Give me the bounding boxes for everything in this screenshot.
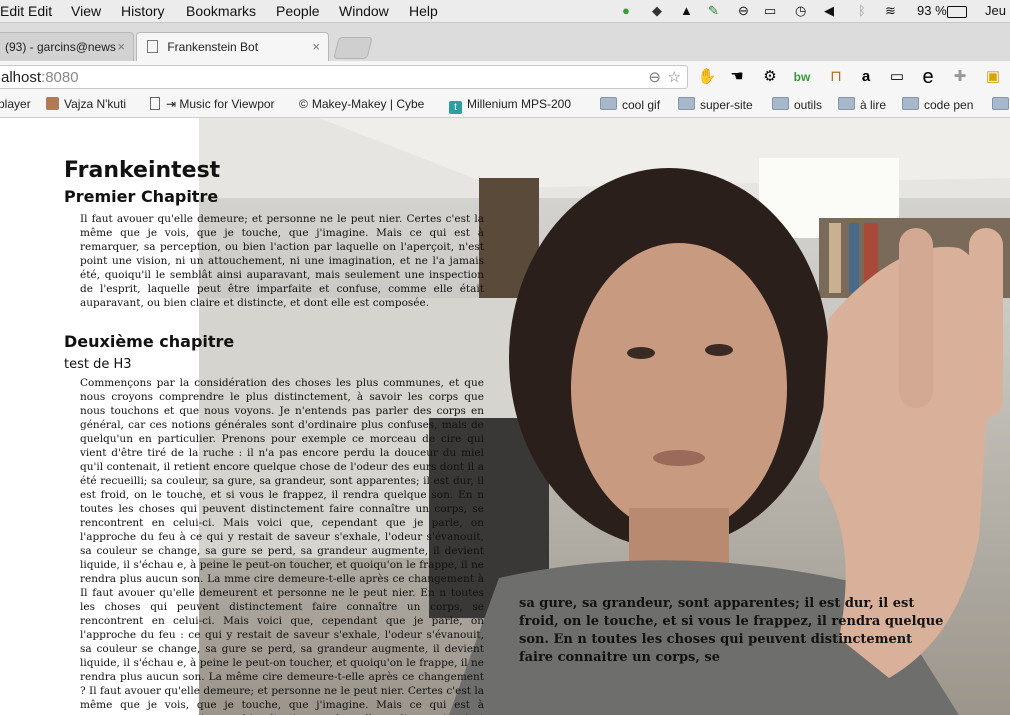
bookmark-folder-overflow[interactable] (992, 97, 1010, 112)
e-extension-icon[interactable]: e (918, 67, 938, 87)
time-machine-icon[interactable]: ◷ (795, 3, 806, 19)
puzzle-icon[interactable]: ✚ (950, 67, 970, 87)
folder-icon (678, 97, 695, 110)
volume-icon[interactable]: ◀ (824, 3, 834, 19)
menu-edit[interactable]: Edit (28, 3, 52, 19)
shield-check-icon[interactable]: ● (622, 3, 630, 18)
ruler-icon[interactable]: ⊓ (826, 67, 846, 87)
folder-icon (600, 97, 617, 110)
dropbox-icon[interactable]: ◆ (652, 3, 662, 19)
bookmark-millenium[interactable]: t Millenium MPS-200 (449, 97, 571, 114)
battery-icon[interactable] (947, 6, 967, 18)
page-icon (150, 97, 160, 110)
url-host: alhost (1, 69, 42, 86)
amazon-icon[interactable]: a (856, 67, 876, 87)
blocked-icon[interactable]: ⊖ (738, 3, 749, 19)
bookmarks-bar: player Vajza N'kuti ⇥ Music for Viewpor … (0, 93, 1010, 118)
page-title: Frankeintest (64, 158, 221, 183)
page-content: Frankeintest Premier Chapitre Il faut av… (0, 118, 1010, 715)
hand-icon[interactable]: ☚ (727, 67, 747, 87)
bookmark-makey-makey[interactable]: © Makey-Makey | Cybe (299, 97, 424, 111)
menu-bar: Edit Edit View History Bookmarks People … (0, 0, 1010, 23)
wifi-icon[interactable]: ≋ (885, 3, 896, 19)
close-icon[interactable]: × (312, 39, 320, 54)
tab-label: (93) - garcins@news (5, 40, 116, 54)
evernote-icon[interactable]: ✎ (708, 3, 719, 19)
arrow-icon: ⇥ (166, 97, 180, 111)
bw-extension-icon[interactable]: bw (790, 67, 814, 87)
overlay-text: sa gure, sa grandeur, sont apparentes; i… (519, 596, 944, 665)
subheading: test de H3 (64, 357, 132, 372)
bookmark-folder-code-pen[interactable]: code pen (902, 97, 973, 112)
url-port: :8080 (41, 69, 79, 86)
menu-people[interactable]: People (276, 3, 320, 19)
page-icon (147, 40, 158, 53)
clock[interactable]: Jeu (985, 3, 1006, 18)
bookmark-player[interactable]: player (0, 97, 31, 111)
tab-strip: (93) - garcins@news × Frankenstein Bot × (0, 23, 1010, 61)
menu-window[interactable]: Window (339, 3, 389, 19)
menu-history[interactable]: History (121, 3, 165, 19)
chapter-heading: Deuxième chapitre (64, 332, 235, 351)
star-icon[interactable]: ☆ (668, 66, 681, 90)
avatar (46, 97, 59, 110)
bookmark-folder-super-site[interactable]: super-site (678, 97, 753, 112)
menu-view[interactable]: View (71, 3, 101, 19)
new-tab-button[interactable] (333, 37, 373, 59)
bookmark-folder-a-lire[interactable]: à lire (838, 97, 886, 112)
address-bar[interactable]: alhost:8080 ⊖ ☆ (0, 65, 688, 89)
t-favicon-icon: t (449, 101, 462, 114)
gauge-icon[interactable]: ▣ (983, 67, 1003, 87)
bluetooth-icon[interactable]: ᛒ (858, 3, 866, 18)
folder-icon (992, 97, 1009, 110)
battery-percent: 93 % (917, 3, 947, 18)
copyright-icon: © (299, 97, 308, 111)
bookmark-folder-cool-gif[interactable]: cool gif (600, 97, 660, 112)
toolbar: alhost:8080 ⊖ ☆ ✋ ☚ ⚙ bw ⊓ a ▭ e ✚ ▣ (0, 61, 1010, 93)
tab-label: Frankenstein Bot (167, 40, 259, 54)
document: Frankeintest Premier Chapitre Il faut av… (64, 158, 484, 715)
tab-frankenstein-bot[interactable]: Frankenstein Bot × (136, 32, 329, 61)
close-icon[interactable]: × (117, 39, 125, 54)
tab-mail[interactable]: (93) - garcins@news × (0, 32, 134, 61)
chapter-heading: Premier Chapitre (64, 187, 219, 206)
hat-icon[interactable]: ▲ (680, 3, 693, 18)
menu-edit[interactable]: Edit (0, 3, 24, 19)
zoom-icon[interactable]: ⊖ (648, 66, 661, 90)
folder-icon (902, 97, 919, 110)
paragraph: Commençons par la considération des chos… (80, 377, 484, 715)
menu-bookmarks[interactable]: Bookmarks (186, 3, 256, 19)
airplay-icon[interactable]: ▭ (764, 3, 776, 19)
menu-help[interactable]: Help (409, 3, 438, 19)
gear-icon[interactable]: ⚙ (760, 67, 780, 87)
paragraph: Il faut avouer qu'elle demeure; et perso… (80, 213, 484, 309)
adblock-icon[interactable]: ✋ (697, 67, 717, 87)
folder-icon (838, 97, 855, 110)
bookmark-music-viewport[interactable]: ⇥ Music for Viewpor (150, 97, 275, 111)
bookmark-vajza[interactable]: Vajza N'kuti (46, 97, 126, 111)
cast-icon[interactable]: ▭ (887, 67, 907, 87)
bookmark-folder-outils[interactable]: outils (772, 97, 822, 112)
folder-icon (772, 97, 789, 110)
